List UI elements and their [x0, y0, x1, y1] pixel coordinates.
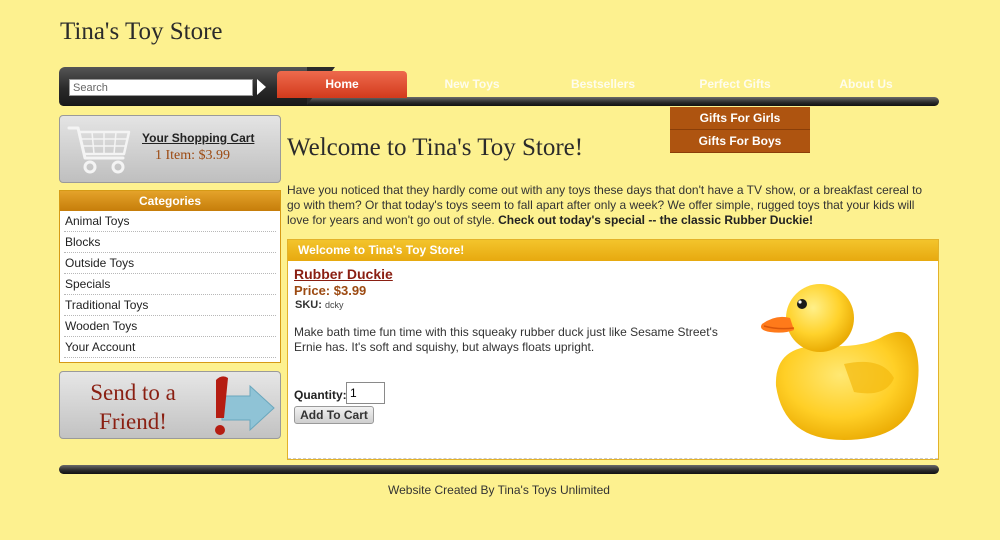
nav-tab-home[interactable]: Home [277, 71, 407, 98]
sku-label: SKU: [295, 299, 322, 311]
category-specials[interactable]: Specials [64, 274, 276, 295]
send-to-friend-label: Send to a Friend! [68, 378, 198, 436]
category-animal-toys[interactable]: Animal Toys [64, 211, 276, 232]
add-to-cart-button[interactable]: Add To Cart [294, 406, 374, 424]
shopping-cart-box[interactable]: Your Shopping Cart 1 Item: $3.99 [59, 115, 281, 183]
search-box [59, 67, 335, 105]
categories-panel: Categories Animal Toys Blocks Outside To… [59, 190, 281, 363]
cart-item-count: 1 Item: $3.99 [155, 148, 231, 163]
send-to-friend-line1: Send to a [90, 380, 176, 405]
main-navbar: Home New Toys Bestsellers Perfect Gifts … [59, 67, 939, 107]
nav-tab-about-us[interactable]: About Us [801, 71, 931, 98]
rubber-duck-image [761, 284, 919, 440]
intro-special-text: Check out today's special -- the classic… [498, 213, 814, 227]
category-traditional-toys[interactable]: Traditional Toys [64, 295, 276, 316]
quantity-label: Quantity: [294, 388, 347, 402]
footer-rail [59, 465, 939, 474]
dropdown-item-gifts-for-girls[interactable]: Gifts For Girls [670, 107, 810, 130]
search-input[interactable] [69, 79, 253, 96]
nav-tab-new-toys[interactable]: New Toys [407, 71, 537, 98]
footer-credit: Website Created By Tina's Toys Unlimited [388, 483, 610, 497]
category-outside-toys[interactable]: Outside Toys [64, 253, 276, 274]
perfect-gifts-dropdown: Gifts For Girls Gifts For Boys [670, 107, 810, 153]
product-description: Make bath time fun time with this squeak… [294, 325, 718, 354]
featured-product-panel: Welcome to Tina's Toy Store! Rubber Duck… [287, 239, 939, 460]
category-your-account[interactable]: Your Account [64, 337, 276, 358]
send-to-friend-button[interactable]: Send to a Friend! [59, 371, 281, 439]
product-price: Price: $3.99 [294, 283, 367, 298]
shopping-cart-link[interactable]: Your Shopping Cart [142, 131, 254, 145]
categories-header: Categories [60, 191, 280, 211]
nav-tab-perfect-gifts[interactable]: Perfect Gifts [670, 71, 800, 98]
send-to-friend-line2: Friend! [99, 409, 167, 434]
category-wooden-toys[interactable]: Wooden Toys [64, 316, 276, 337]
category-blocks[interactable]: Blocks [64, 232, 276, 253]
site-title: Tina's Toy Store [60, 18, 223, 45]
sku-value: dcky [324, 300, 344, 310]
featured-panel-bottom-border [288, 458, 938, 459]
page-title: Welcome to Tina's Toy Store! [287, 134, 584, 161]
exclamation-arrow-icon [215, 376, 275, 435]
product-name-link[interactable]: Rubber Duckie [294, 266, 393, 282]
shopping-cart-icon [67, 126, 131, 174]
dropdown-item-gifts-for-boys[interactable]: Gifts For Boys [670, 130, 810, 153]
featured-panel-header: Welcome to Tina's Toy Store! [288, 240, 938, 261]
nav-tab-bestsellers[interactable]: Bestsellers [538, 71, 668, 98]
search-submit-icon[interactable] [257, 79, 266, 95]
intro-paragraph: Have you noticed that they hardly come o… [287, 183, 935, 228]
quantity-input[interactable] [346, 382, 385, 404]
product-sku: SKU: dcky [295, 299, 343, 311]
